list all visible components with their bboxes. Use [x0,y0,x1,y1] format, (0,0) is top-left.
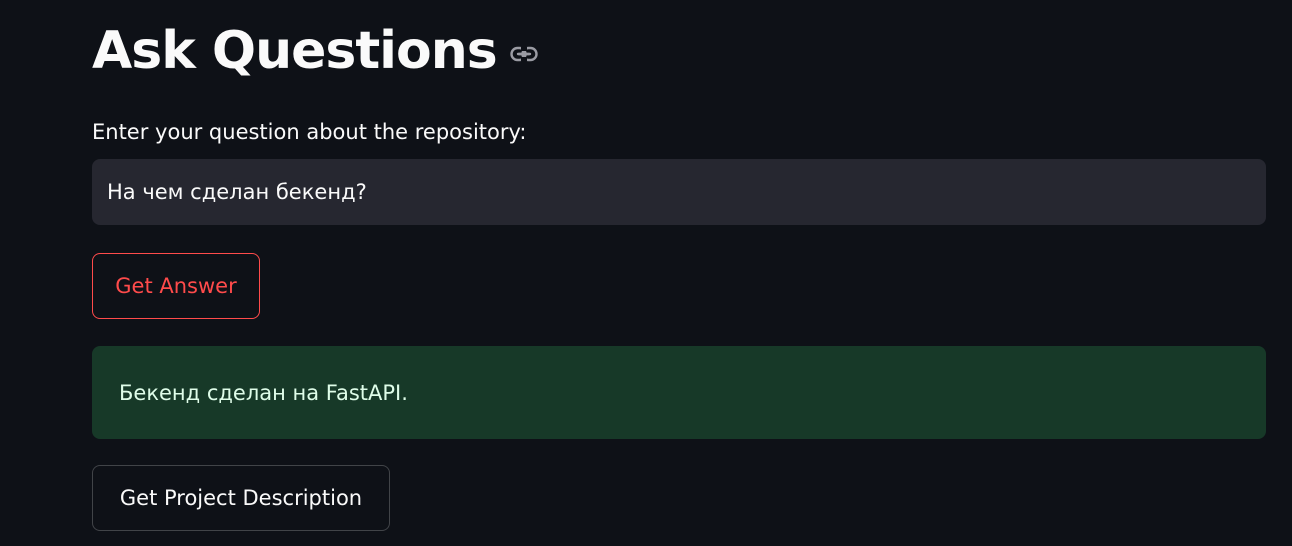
get-project-description-button[interactable]: Get Project Description [92,465,390,531]
page-title: Ask Questions [92,21,498,81]
question-input[interactable] [92,159,1266,225]
answer-text: Бекенд сделан на FastAPI. [119,380,408,405]
link-icon-glyph [510,46,538,62]
main-content: Ask Questions Enter your question about … [0,0,1292,546]
question-label: Enter your question about the repository… [92,120,527,144]
heading-row: Ask Questions [92,18,539,84]
answer-success-alert: Бекенд сделан на FastAPI. [92,346,1266,439]
link-icon[interactable] [509,43,539,65]
get-answer-button[interactable]: Get Answer [92,253,260,319]
